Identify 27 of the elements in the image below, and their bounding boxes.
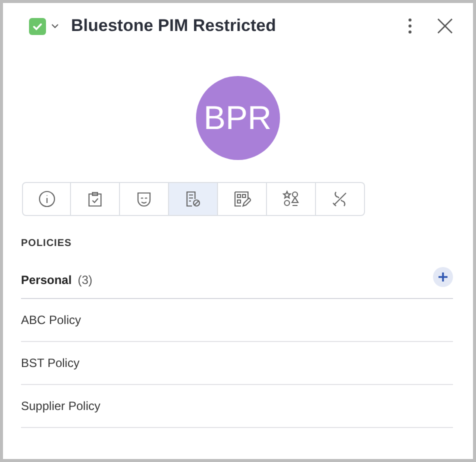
section-title: POLICIES <box>21 238 73 249</box>
policy-item[interactable]: Supplier Policy <box>21 399 100 413</box>
more-icon[interactable] <box>407 17 413 35</box>
document-icon <box>184 190 202 208</box>
form-edit-icon <box>233 190 251 208</box>
tab[interactable] <box>71 182 120 216</box>
tab[interactable] <box>22 182 71 216</box>
policy-item[interactable]: ABC Policy <box>21 313 82 327</box>
window-title: Bluestone PIM Restricted <box>71 16 277 36</box>
close-icon[interactable] <box>437 18 453 34</box>
tab[interactable] <box>267 182 316 216</box>
group-count: (3) <box>78 272 94 286</box>
caret-icon <box>51 23 59 29</box>
tab[interactable] <box>316 182 365 216</box>
tab[interactable] <box>120 182 169 216</box>
plus-icon <box>438 272 448 282</box>
info-icon <box>38 190 56 208</box>
mask-icon <box>135 190 153 208</box>
add-button[interactable] <box>433 266 453 286</box>
tab[interactable] <box>169 182 218 216</box>
group-label: Personal <box>21 272 72 286</box>
avatar: BPR <box>196 76 280 160</box>
tab[interactable] <box>218 182 267 216</box>
policy-item[interactable]: BST Policy <box>21 356 80 370</box>
tools-icon <box>331 190 349 208</box>
clipboard-icon <box>86 190 104 208</box>
shapes-icon <box>282 190 300 208</box>
